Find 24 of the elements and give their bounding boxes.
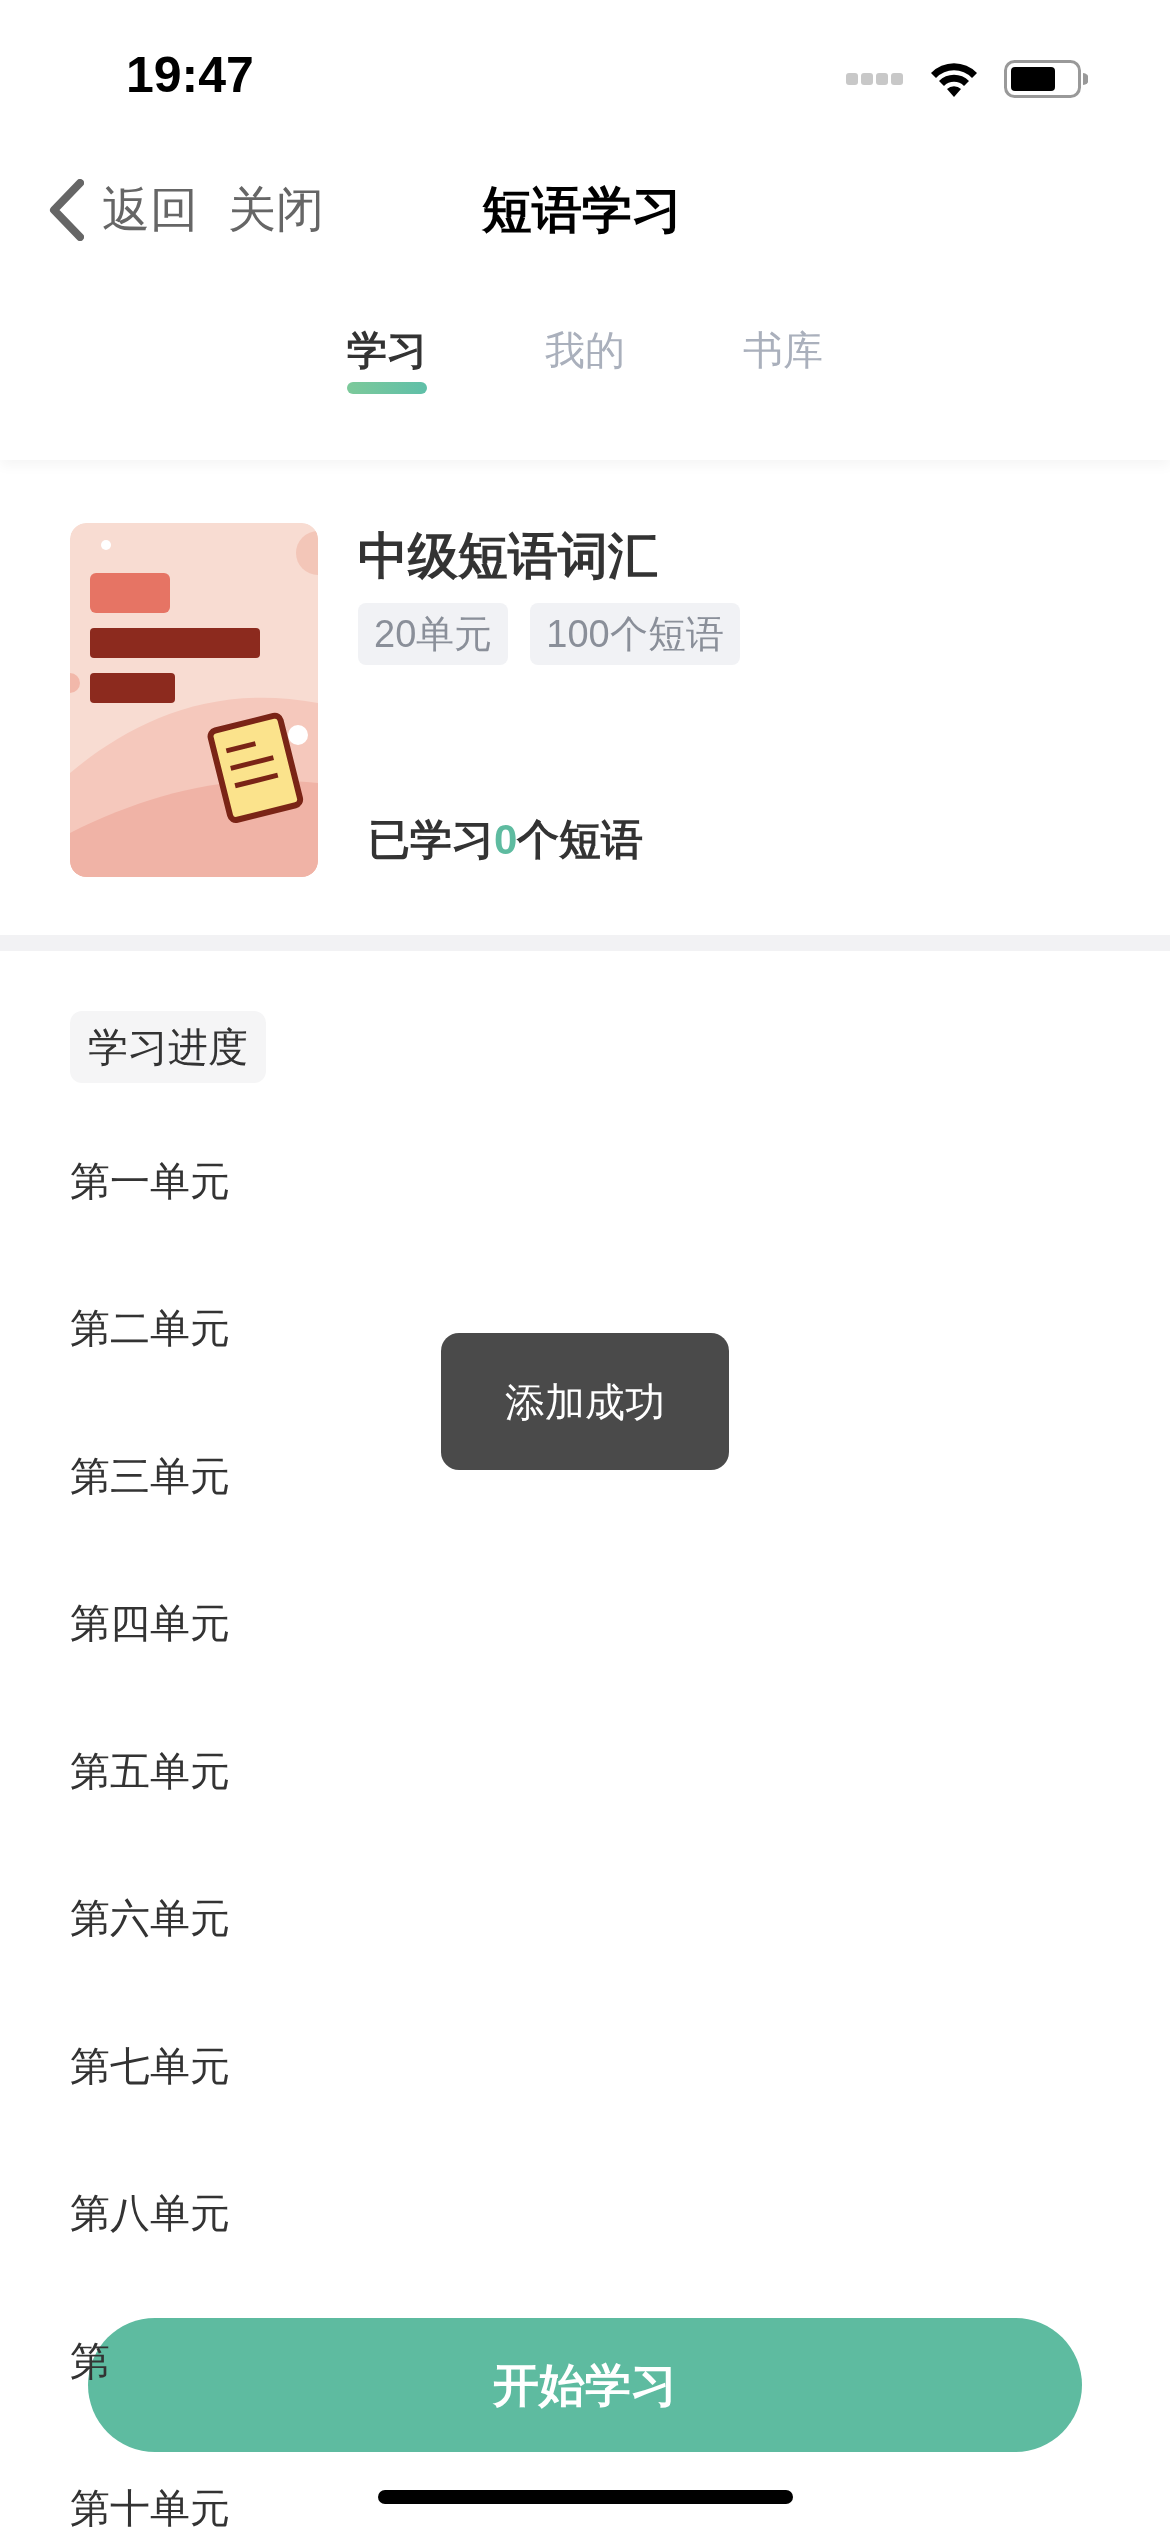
- chevron-left-icon: [48, 179, 84, 241]
- close-button[interactable]: 关闭: [228, 174, 324, 246]
- unit-item[interactable]: 第十单元: [70, 2478, 230, 2532]
- unit-item[interactable]: 第三单元: [70, 1445, 230, 1506]
- toast-message: 添加成功: [441, 1333, 729, 1470]
- unit-item[interactable]: 第六单元: [70, 1888, 230, 1949]
- tag: 100个短语: [530, 603, 740, 665]
- unit-item[interactable]: 第五单元: [70, 1740, 230, 1801]
- unit-item[interactable]: 第八单元: [70, 2183, 230, 2244]
- unit-item[interactable]: 第一单元: [70, 1150, 230, 1211]
- section-heading: 学习进度: [70, 1011, 266, 1083]
- wifi-icon: [930, 61, 978, 97]
- cellular-signal-icon: [846, 73, 904, 85]
- tab[interactable]: 学习: [347, 300, 427, 400]
- status-time: 19:47: [126, 45, 254, 105]
- book-title: 中级短语词汇: [358, 527, 659, 586]
- page-title: 短语学习: [482, 181, 682, 240]
- unit-item[interactable]: 第二单元: [70, 1298, 230, 1359]
- tag: 20单元: [358, 603, 509, 665]
- unit-item[interactable]: 第七单元: [70, 2035, 230, 2096]
- battery-icon: [1004, 60, 1088, 98]
- learned-count-text: 已学习0个短语: [368, 815, 645, 865]
- unit-item[interactable]: 第四单元: [70, 1593, 230, 1654]
- back-button[interactable]: 返回: [48, 174, 198, 246]
